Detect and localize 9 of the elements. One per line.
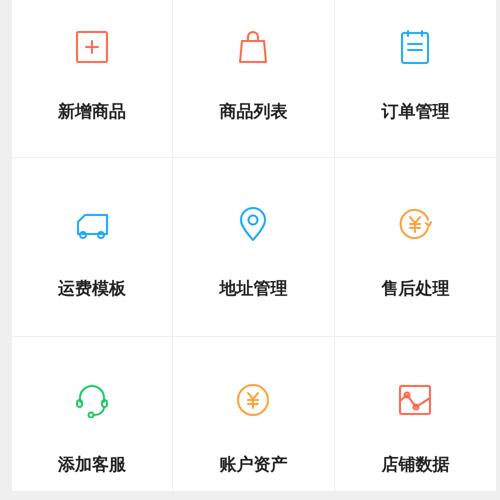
- menu-item[interactable]: 运费模板: [58, 276, 126, 302]
- menu-item[interactable]: 售后处理: [381, 276, 450, 302]
- menu-item[interactable]: 订单管理: [381, 99, 450, 124]
- menu-item[interactable]: 添加客服: [58, 452, 126, 478]
- menu-item[interactable]: 新增商品: [58, 99, 126, 124]
- menu-item[interactable]: 商品列表: [219, 99, 288, 124]
- menu-item[interactable]: 地址管理: [219, 276, 288, 302]
- menu-item[interactable]: 店铺数据: [381, 452, 450, 478]
- menu-item[interactable]: 账户资产: [219, 452, 288, 478]
